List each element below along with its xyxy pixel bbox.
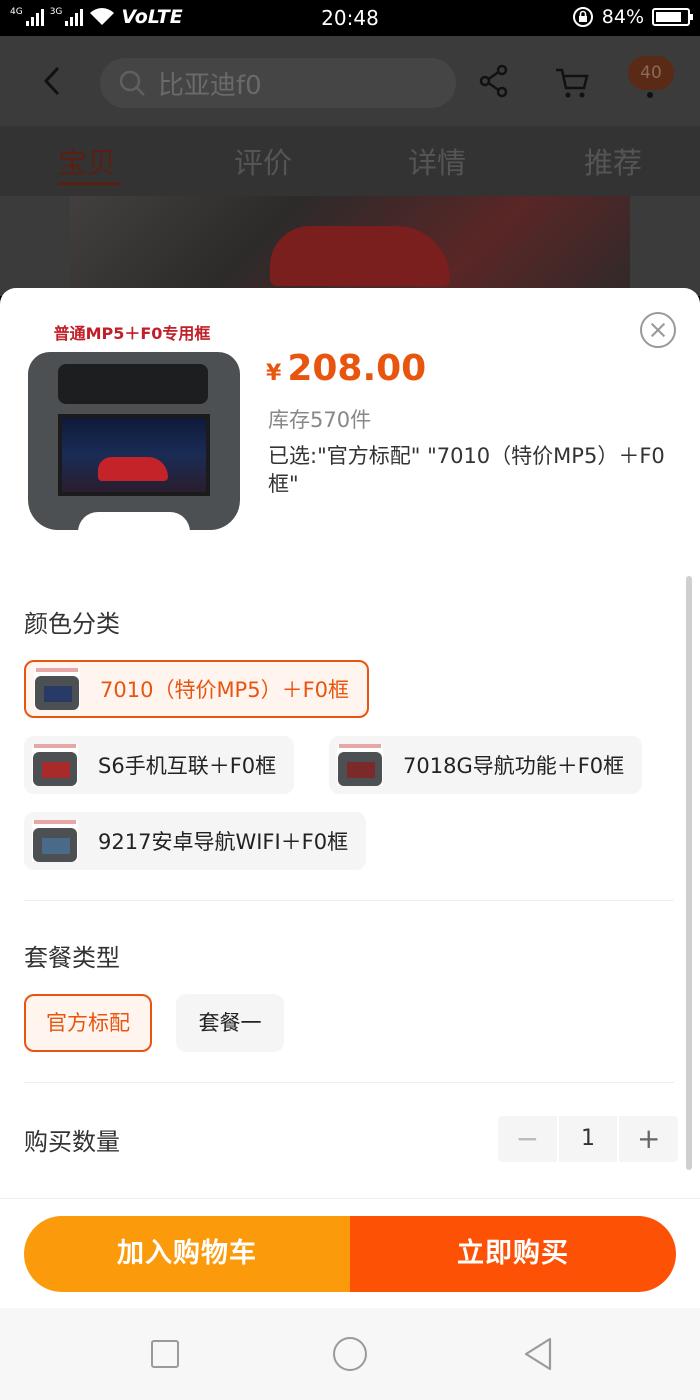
option-thumbnail <box>32 820 78 862</box>
package-section-title: 套餐类型 <box>24 944 120 972</box>
option-label: 7010（特价MP5）＋F0框 <box>100 678 350 702</box>
status-right: 84% <box>572 6 693 28</box>
top-bar: 比亚迪f0 40 <box>0 36 700 126</box>
search-box[interactable]: 比亚迪f0 <box>100 58 456 108</box>
divider <box>24 1082 674 1083</box>
quantity-minus-button[interactable]: − <box>498 1116 557 1162</box>
color-option-7018g[interactable]: 7018G导航功能＋F0框 <box>329 736 643 794</box>
system-nav-bar <box>0 1308 700 1400</box>
price-amount: 208.00 <box>287 348 427 389</box>
option-thumbnail <box>32 744 78 786</box>
status-bar: 4G 3G VoLTE 20:48 84% <box>0 0 700 36</box>
tab-details[interactable]: 详情 <box>408 140 466 182</box>
quantity-value[interactable]: 1 <box>556 1116 620 1162</box>
color-option-s6[interactable]: S6手机互联＋F0框 <box>24 736 295 794</box>
product-tabs: 宝贝 评价 详情 推荐 <box>0 126 700 196</box>
option-label: S6手机互联＋F0框 <box>98 754 277 778</box>
buy-now-button[interactable]: 立即购买 <box>350 1216 676 1292</box>
color-section-title: 颜色分类 <box>24 610 120 638</box>
footer-divider <box>0 1198 700 1199</box>
option-label: 7018G导航功能＋F0框 <box>403 754 625 778</box>
option-thumbnail <box>34 668 80 710</box>
tab-baobei[interactable]: 宝贝 <box>58 140 116 182</box>
price: ¥208.00 <box>266 348 426 389</box>
rotation-lock-icon <box>572 7 593 27</box>
active-tab-indicator <box>58 182 120 185</box>
tab-reviews[interactable]: 评价 <box>234 140 292 182</box>
package-option-set1[interactable]: 套餐一 <box>176 994 284 1052</box>
nav-back-icon[interactable] <box>522 1336 554 1372</box>
hero-car-shape <box>270 226 450 286</box>
search-placeholder: 比亚迪f0 <box>158 70 262 101</box>
battery-icon <box>652 8 693 26</box>
nav-home-icon[interactable] <box>333 1337 367 1371</box>
purchase-buttons: 加入购物车 立即购买 <box>24 1216 676 1292</box>
cart-count-badge: 40 <box>628 56 674 90</box>
option-thumbnail <box>337 744 383 786</box>
share-icon[interactable] <box>478 64 510 98</box>
tab-recommend[interactable]: 推荐 <box>584 140 642 182</box>
selected-summary: 已选:"官方标配" "7010（特价MP5）＋F0框" <box>268 444 665 496</box>
stock-count: 库存570件 <box>268 408 372 432</box>
close-icon[interactable] <box>640 312 676 348</box>
add-to-cart-button[interactable]: 加入购物车 <box>24 1216 350 1292</box>
package-option-standard[interactable]: 官方标配 <box>24 994 152 1052</box>
sku-selection-sheet: 普通MP5＋F0专用框 ¥208.00 库存570件 已选:"官方标配" "70… <box>0 288 700 1308</box>
nav-recents-icon[interactable] <box>151 1340 179 1368</box>
product-thumbnail[interactable]: 普通MP5＋F0专用框 <box>24 320 240 536</box>
price-currency: ¥ <box>266 361 282 386</box>
color-option-9217[interactable]: 9217安卓导航WIFI＋F0框 <box>24 812 367 870</box>
sheet-scrollbar[interactable] <box>686 576 692 1170</box>
search-icon <box>119 70 145 96</box>
divider <box>24 900 674 901</box>
quantity-section-title: 购买数量 <box>24 1128 120 1156</box>
product-frame-image <box>28 352 240 532</box>
color-option-7010[interactable]: 7010（特价MP5）＋F0框 <box>24 660 370 718</box>
cart-dot <box>647 92 653 98</box>
cart-icon[interactable] <box>554 66 590 100</box>
quantity-plus-button[interactable]: + <box>619 1116 678 1162</box>
battery-percent: 84% <box>601 6 644 28</box>
quantity-stepper: − 1 + <box>498 1116 678 1162</box>
option-label: 9217安卓导航WIFI＋F0框 <box>98 830 349 854</box>
product-image-caption: 普通MP5＋F0专用框 <box>53 324 211 343</box>
back-arrow-icon[interactable] <box>38 64 68 98</box>
product-page-background: 比亚迪f0 40 宝贝 评价 详情 推荐 <box>0 36 700 296</box>
